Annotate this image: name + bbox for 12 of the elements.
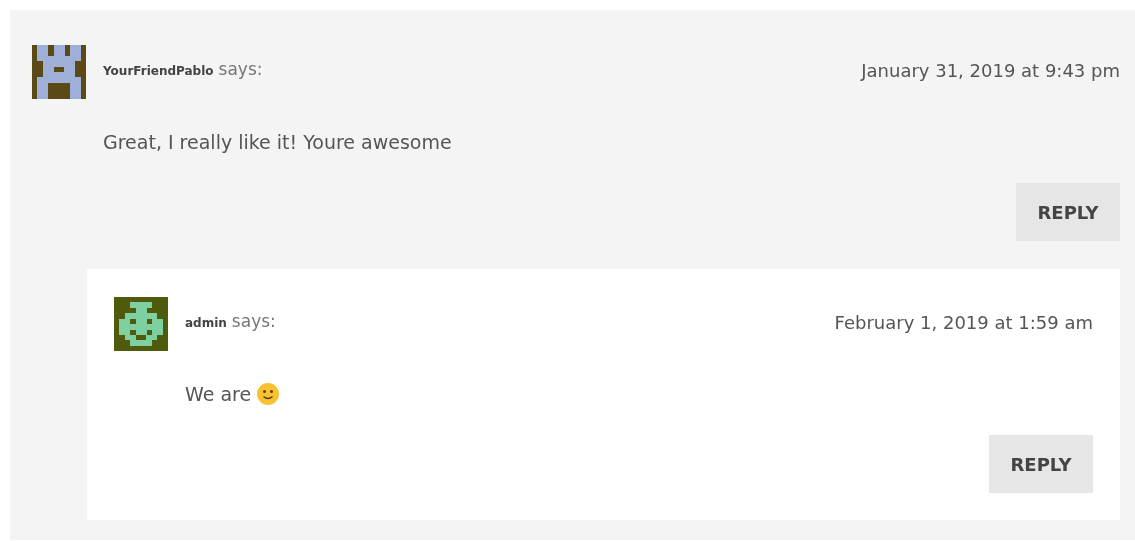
author-name: admin — [185, 316, 227, 330]
says-label: says: — [218, 59, 263, 79]
comment-text: We are — [185, 383, 252, 405]
comment-date: February 1, 2019 at 1:59 am — [834, 312, 1093, 333]
avatar-icon — [32, 45, 86, 99]
author-name: YourFriendPablo — [103, 64, 214, 78]
comment-text: Great, I really like it! Youre awesome — [103, 131, 452, 153]
says-label: says: — [231, 311, 276, 331]
avatar-icon — [114, 297, 168, 351]
reply-button[interactable]: REPLY — [989, 435, 1093, 493]
comment-date: January 31, 2019 at 9:43 pm — [861, 60, 1120, 81]
reply-button[interactable]: REPLY — [1016, 183, 1120, 241]
